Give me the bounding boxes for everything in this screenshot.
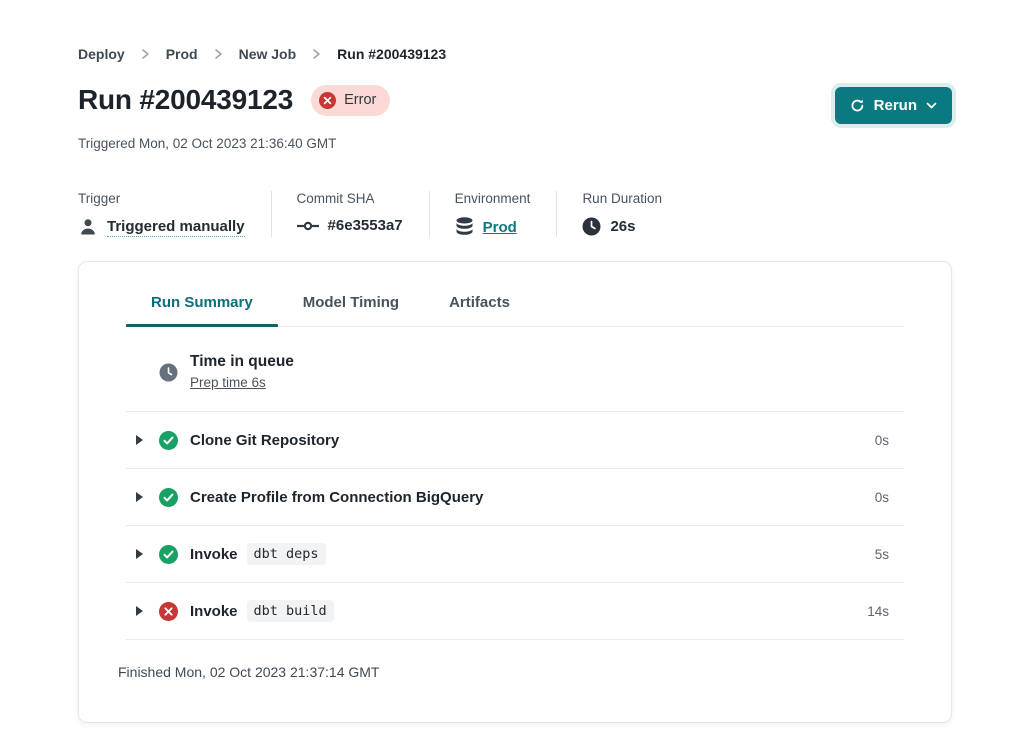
- step-duration: 5s: [875, 547, 889, 562]
- commit-sha-value: #6e3553a7: [328, 217, 403, 234]
- clock-icon: [582, 217, 601, 236]
- meta-duration-label: Run Duration: [582, 191, 662, 206]
- status-badge: Error: [311, 85, 390, 116]
- title-group: Run #200439123 Error: [78, 84, 390, 116]
- tab[interactable]: Model Timing: [278, 294, 424, 326]
- breadcrumb-item[interactable]: Prod: [166, 46, 198, 62]
- step-name: Invoke: [190, 603, 238, 620]
- expand-caret-icon[interactable]: [135, 491, 144, 503]
- run-summary-card: Run Summary Model Timing Artifacts Time …: [78, 261, 952, 723]
- step-name: Invoke: [190, 546, 238, 563]
- card-footer: Finished Mon, 02 Oct 2023 21:37:14 GMT: [126, 639, 904, 694]
- environment-link[interactable]: Prod: [483, 219, 517, 236]
- step-command-chip: dbt build: [247, 600, 334, 622]
- step-duration: 0s: [875, 490, 889, 505]
- expand-caret-icon[interactable]: [135, 548, 144, 560]
- step-row[interactable]: Invoke dbt deps 5s: [126, 525, 904, 582]
- finished-timestamp: Finished Mon, 02 Oct 2023 21:37:14 GMT: [118, 664, 904, 680]
- expand-caret-icon[interactable]: [135, 605, 144, 617]
- tab[interactable]: Run Summary: [126, 294, 278, 326]
- step-row[interactable]: Create Profile from Connection BigQuery …: [126, 468, 904, 525]
- breadcrumb-item[interactable]: Deploy: [78, 46, 125, 62]
- header: Run #200439123 Error Rerun: [78, 84, 952, 124]
- chevron-right-icon: [214, 48, 223, 60]
- meta-environment: Environment Prod: [429, 191, 557, 237]
- step-duration: 0s: [875, 433, 889, 448]
- tab[interactable]: Artifacts: [424, 294, 535, 326]
- clock-icon: [159, 363, 178, 382]
- status-badge-label: Error: [344, 92, 376, 108]
- tab-bar: Run Summary Model Timing Artifacts: [126, 262, 904, 327]
- meta-trigger: Trigger Triggered manually: [78, 191, 271, 237]
- step-name: Clone Git Repository: [190, 432, 339, 449]
- breadcrumb: Deploy Prod New Job Run #200439123: [78, 46, 952, 62]
- meta-duration: Run Duration 26s: [556, 191, 688, 237]
- success-check-icon: [159, 431, 178, 450]
- run-meta-row: Trigger Triggered manually Commit SHA: [78, 191, 952, 237]
- person-icon: [78, 217, 98, 237]
- error-circle-icon: [319, 92, 336, 109]
- step-list: Clone Git Repository 0s: [126, 411, 904, 639]
- rerun-button[interactable]: Rerun: [835, 87, 952, 124]
- breadcrumb-item[interactable]: New Job: [239, 46, 297, 62]
- run-duration-value: 26s: [610, 218, 635, 235]
- queue-title: Time in queue: [190, 353, 294, 371]
- chevron-right-icon: [141, 48, 150, 60]
- meta-commit: Commit SHA #6e3553a7: [271, 191, 429, 237]
- time-in-queue-block: Time in queue Prep time 6s: [126, 327, 904, 411]
- step-command-chip: dbt deps: [247, 543, 326, 565]
- trigger-value[interactable]: Triggered manually: [107, 218, 245, 237]
- success-check-icon: [159, 488, 178, 507]
- chevron-down-icon: [926, 102, 937, 109]
- commit-icon: [297, 220, 319, 232]
- prep-time-link[interactable]: Prep time 6s: [190, 375, 266, 390]
- rerun-button-label: Rerun: [874, 97, 917, 114]
- meta-commit-label: Commit SHA: [297, 191, 403, 206]
- run-detail-page: Deploy Prod New Job Run #200439123 Run #…: [0, 0, 1030, 723]
- step-row[interactable]: Invoke dbt build 14s: [126, 582, 904, 639]
- step-name: Create Profile from Connection BigQuery: [190, 489, 483, 506]
- triggered-timestamp: Triggered Mon, 02 Oct 2023 21:36:40 GMT: [78, 136, 952, 151]
- meta-trigger-label: Trigger: [78, 191, 245, 206]
- breadcrumb-item: Run #200439123: [337, 46, 446, 62]
- rerun-icon: [850, 98, 865, 113]
- success-check-icon: [159, 545, 178, 564]
- chevron-right-icon: [312, 48, 321, 60]
- page-title: Run #200439123: [78, 84, 293, 116]
- expand-caret-icon[interactable]: [135, 434, 144, 446]
- database-icon: [455, 217, 474, 237]
- meta-environment-label: Environment: [455, 191, 531, 206]
- error-circle-icon: [159, 602, 178, 621]
- step-duration: 14s: [867, 604, 889, 619]
- step-row[interactable]: Clone Git Repository 0s: [126, 411, 904, 468]
